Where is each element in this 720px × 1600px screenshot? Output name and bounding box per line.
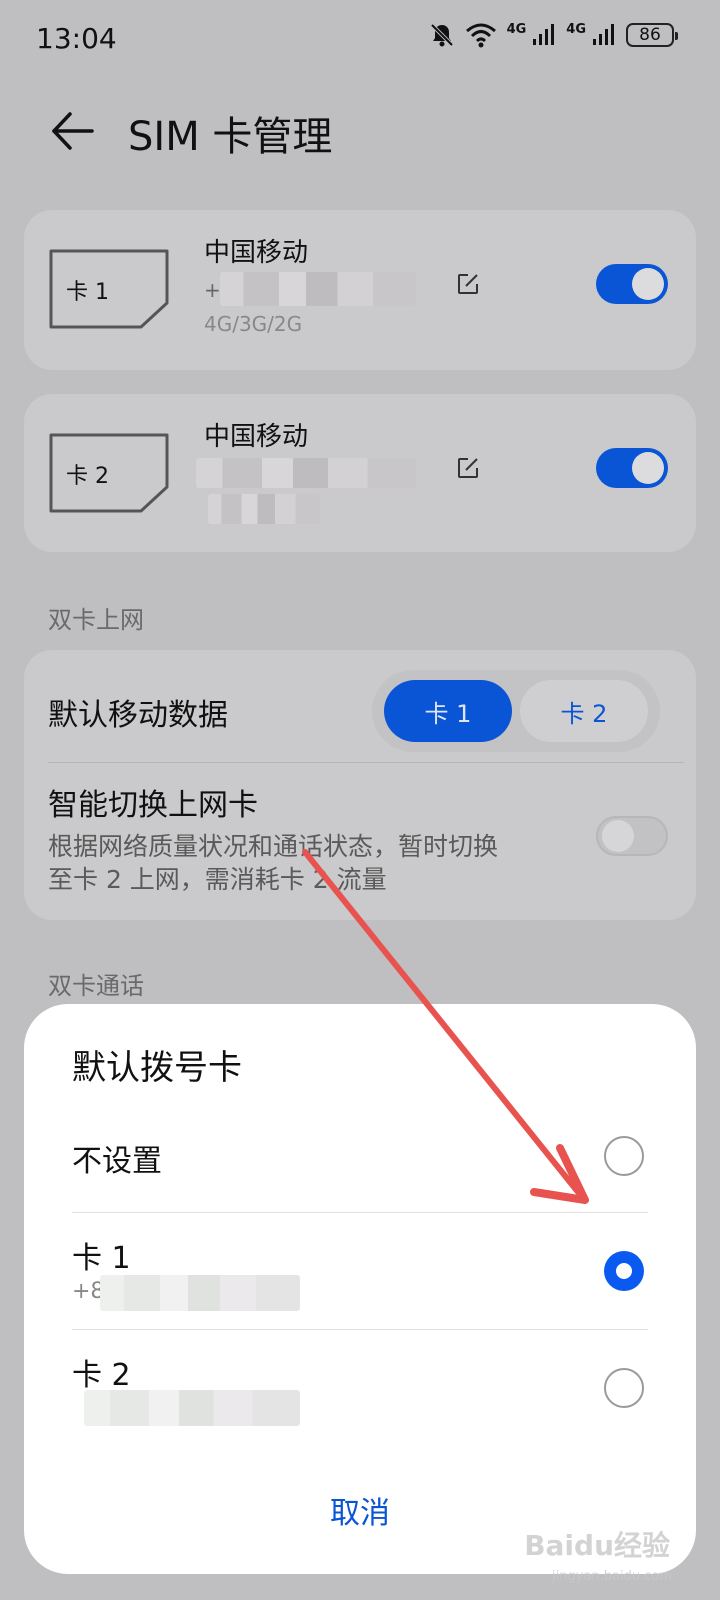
watermark-url: jingyan.baidu.com: [552, 1569, 672, 1584]
watermark-logo: Baidu经验: [524, 1529, 670, 1562]
annotation-arrow-icon: [302, 849, 589, 1204]
